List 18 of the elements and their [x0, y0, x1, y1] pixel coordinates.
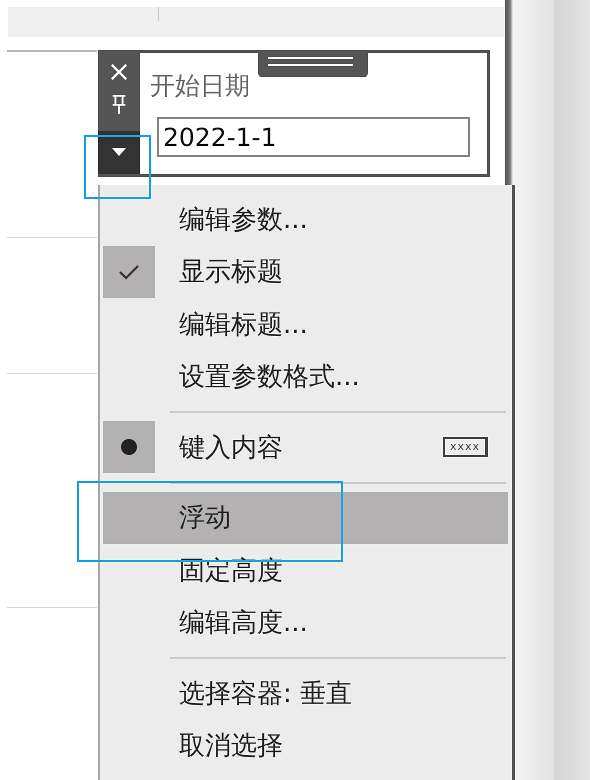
menu-item[interactable]: 显示标题 [103, 246, 508, 298]
drag-handle[interactable] [258, 50, 368, 78]
menu-item[interactable]: 取消选择 [103, 720, 508, 772]
menu-item[interactable]: 编辑高度... [103, 596, 508, 649]
menu-item[interactable]: 选择容器: 垂直 [103, 667, 508, 720]
dropdown-button[interactable] [98, 130, 140, 174]
menu-item[interactable]: 编辑标题... [103, 298, 508, 350]
menu-item[interactable]: 浮动 [103, 492, 508, 544]
pin-icon[interactable] [111, 95, 127, 115]
menu-item[interactable]: 键入内容 xxxx [103, 421, 508, 474]
menu-item[interactable]: 编辑参数... [103, 193, 508, 246]
text-entry-sample: xxxx [442, 437, 488, 458]
menu-item[interactable]: 设置参数格式... [103, 350, 508, 403]
highlight-frame [84, 135, 151, 199]
caret-icon [112, 148, 126, 156]
date-input[interactable]: 2022-1-1 [157, 117, 470, 157]
close-icon[interactable] [109, 63, 129, 81]
parameter-title: 开始日期 [150, 70, 251, 102]
